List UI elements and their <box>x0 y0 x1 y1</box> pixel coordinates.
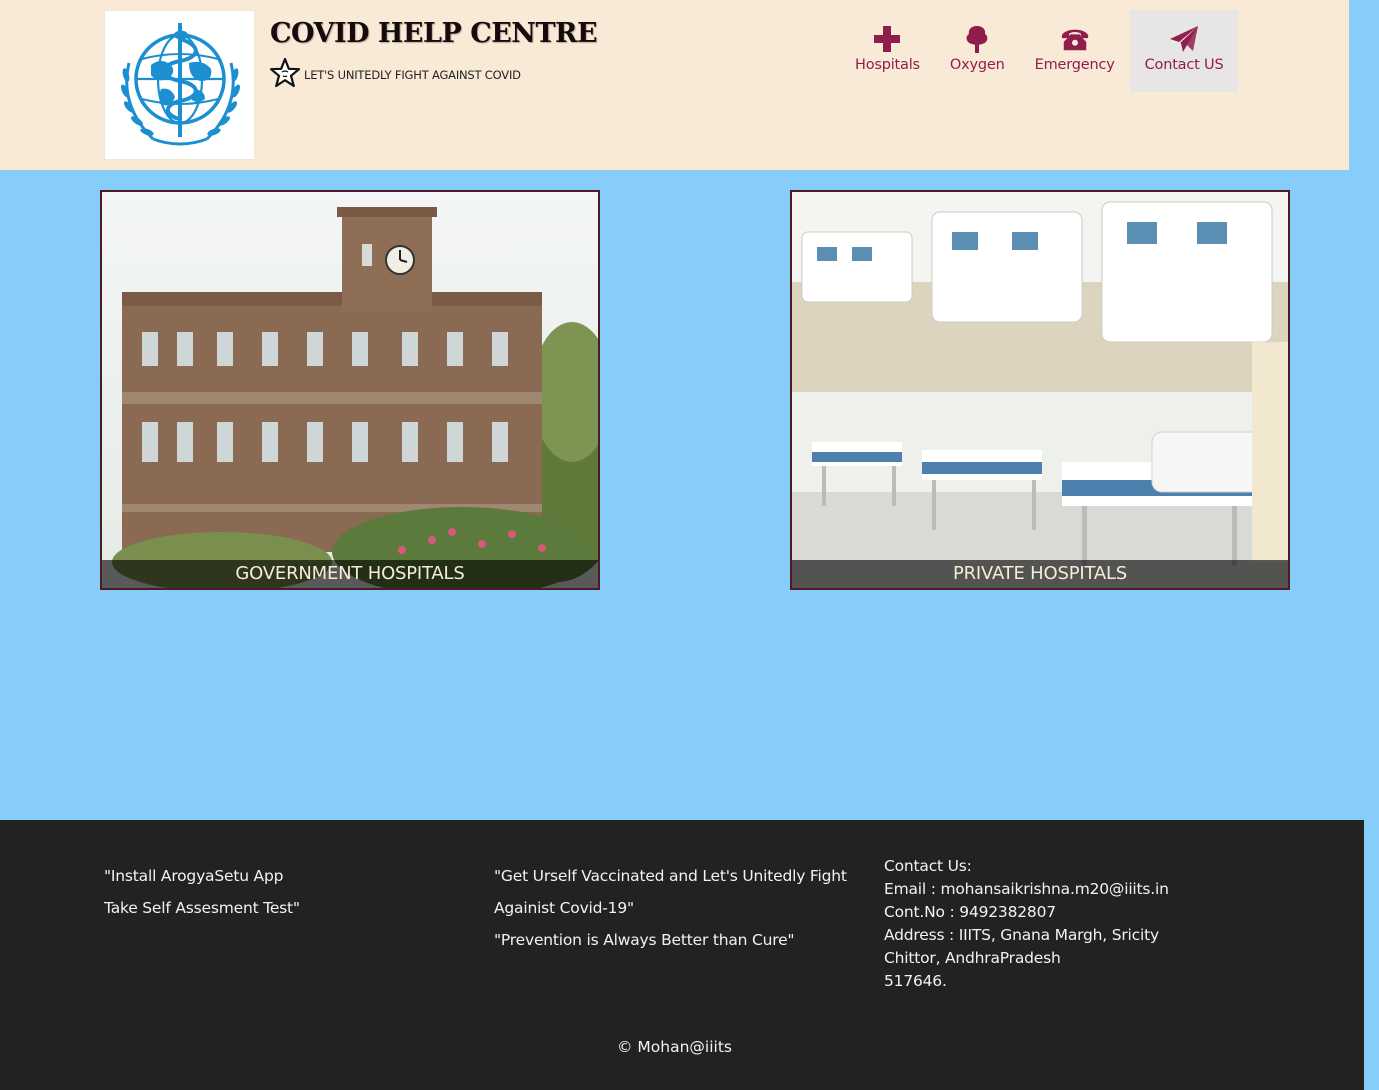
footer-quote-prevention: "Prevention is Always Better than Cure" <box>494 931 795 949</box>
nav-label-hospitals: Hospitals <box>855 57 920 73</box>
plus-icon <box>872 24 902 54</box>
footer-contact-email[interactable]: Email : mohansaikrishna.m20@iiits.in <box>884 878 1169 901</box>
government-hospitals-card[interactable]: GOVERNMENT HOSPITALS <box>100 190 600 590</box>
footer-quote-vaccinate: "Get Urself Vaccinated and Let's Unitedl… <box>494 867 847 917</box>
footer-contact-heading: Contact Us: <box>884 857 972 875</box>
nav-label-oxygen: Oxygen <box>949 57 1005 73</box>
footer-contact-address-line2: Chittor, AndhraPradesh <box>884 949 1061 967</box>
nav-label-contact-us: Contact US <box>1144 57 1224 73</box>
site-footer: "Install ArogyaSetu App Take Self Assesm… <box>0 820 1364 1090</box>
site-header: COVID HELP CENTRE LET'S UNITEDLY FIGHT A… <box>0 0 1349 170</box>
footer-arogyasetu-line1: "Install ArogyaSetu App <box>104 867 284 885</box>
government-hospitals-caption: GOVERNMENT HOSPITALS <box>102 560 598 588</box>
private-hospitals-card[interactable]: PRIVATE HOSPITALS <box>790 190 1290 590</box>
footer-contact-address-line3: 517646. <box>884 972 947 990</box>
send-icon <box>1169 24 1199 54</box>
nav-item-contact-us[interactable]: Contact US <box>1129 10 1239 92</box>
star-icon <box>269 57 301 93</box>
footer-quotes-column: "Get Urself Vaccinated and Let's Unitedl… <box>494 860 854 956</box>
tagline: LET'S UNITEDLY FIGHT AGAINST COVID <box>269 57 521 93</box>
nav-item-emergency[interactable]: Emergency <box>1020 10 1130 92</box>
footer-arogyasetu-line2: Take Self Assesment Test" <box>104 899 300 917</box>
who-emblem-logo[interactable] <box>104 10 255 160</box>
site-title: COVID HELP CENTRE <box>270 18 598 49</box>
phone-icon <box>1060 24 1090 54</box>
private-hospital-image <box>792 192 1288 588</box>
footer-contact-column: Contact Us: Email : mohansaikrishna.m20@… <box>884 855 1169 993</box>
footer-arogyasetu-column: "Install ArogyaSetu App Take Self Assesm… <box>104 860 300 924</box>
tree-icon <box>962 24 992 54</box>
footer-contact-phone[interactable]: Cont.No : 9492382807 <box>884 901 1169 924</box>
nav-item-hospitals[interactable]: Hospitals <box>840 10 935 92</box>
nav-label-emergency: Emergency <box>1034 57 1115 73</box>
footer-copyright: © Mohan@iiits <box>616 1038 732 1056</box>
private-hospitals-caption: PRIVATE HOSPITALS <box>792 560 1288 588</box>
government-hospital-image <box>102 192 598 588</box>
nav-item-oxygen[interactable]: Oxygen <box>935 10 1020 92</box>
tagline-text: LET'S UNITEDLY FIGHT AGAINST COVID <box>304 68 521 82</box>
footer-contact-address-line1: Address : IIITS, Gnana Margh, Sricity <box>884 926 1159 944</box>
main-nav: Hospitals Oxygen Emergency Contact US <box>840 10 1239 92</box>
